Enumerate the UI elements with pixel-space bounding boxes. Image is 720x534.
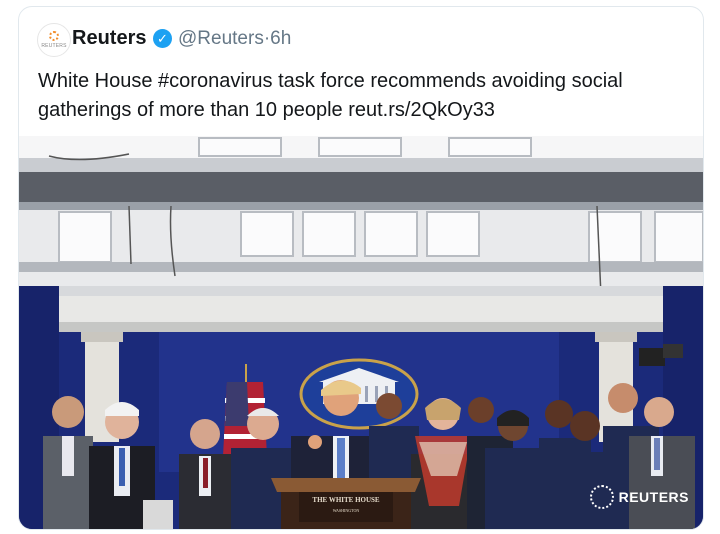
podium-text-line1: THE WHITE HOUSE bbox=[312, 496, 380, 504]
reuters-watermark: REUTERS bbox=[589, 485, 689, 509]
tweet-photo[interactable]: THE WHITE HOUSE WASHINGTON REUTERS bbox=[19, 136, 703, 529]
avatar-label: REUTERS bbox=[41, 43, 67, 49]
tweet-card[interactable]: REUTERS Reuters ✓ @Reuters·6h White Hous… bbox=[18, 6, 704, 530]
tweet-time[interactable]: 6h bbox=[270, 28, 291, 49]
tweet-text: White House #coronavirus task force reco… bbox=[38, 70, 623, 121]
author-handle[interactable]: @Reuters bbox=[178, 28, 264, 49]
reuters-logo-icon bbox=[49, 31, 59, 41]
verified-badge-icon: ✓ bbox=[153, 29, 172, 48]
watermark-text: REUTERS bbox=[618, 489, 689, 505]
podium-text-line2: WASHINGTON bbox=[333, 508, 360, 513]
press-briefing-image: THE WHITE HOUSE WASHINGTON bbox=[19, 136, 703, 529]
reuters-watermark-icon bbox=[589, 485, 614, 509]
reuters-avatar[interactable]: REUTERS bbox=[37, 23, 71, 57]
author-name[interactable]: Reuters bbox=[72, 27, 146, 50]
author-handle-and-time[interactable]: @Reuters·6h bbox=[178, 28, 291, 50]
